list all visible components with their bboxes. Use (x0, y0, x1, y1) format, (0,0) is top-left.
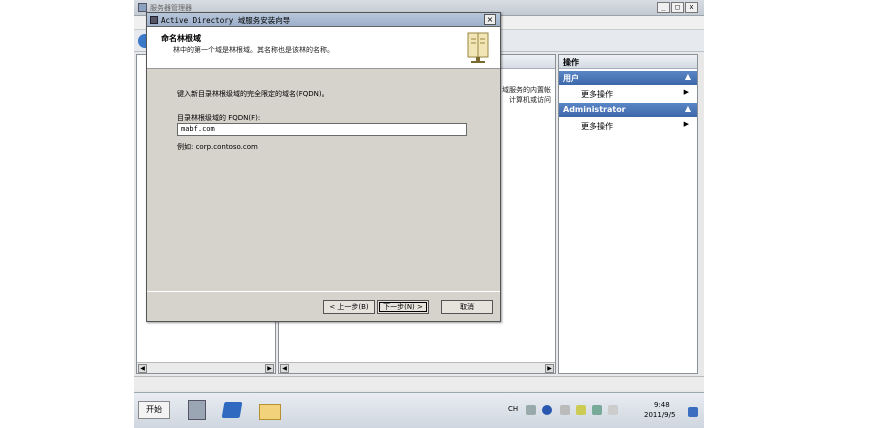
ime-indicator[interactable]: CH (508, 405, 518, 413)
page-subtitle: 林中的第一个域是林根域。其名称也是该林的名称。 (173, 46, 334, 54)
actions-pane-title: 操作 (559, 55, 697, 69)
desktop-screen: 服务器管理器 _ □ x ◀ ▶ 域服务的内置帐 计算机或访问 ◀ ▶ 操作 用… (134, 0, 704, 428)
wizard-icon (150, 16, 158, 24)
keyboard-icon[interactable] (526, 405, 536, 415)
page-title: 命名林根域 (161, 34, 201, 43)
scroll-right-icon[interactable]: ▶ (545, 364, 554, 373)
actions-section-administrator[interactable]: Administrator ▲ (559, 103, 697, 117)
taskbar: 开始 CH 9:48 2011/9/5 (134, 392, 704, 428)
dialog-separator (147, 291, 500, 292)
more-actions-item[interactable]: 更多操作 ▶ (559, 85, 697, 101)
dialog-close-button[interactable]: × (484, 14, 496, 25)
actions-pane: 操作 用户 ▲ 更多操作 ▶ Administrator ▲ 更多操作 ▶ (558, 54, 698, 374)
help-icon[interactable] (542, 405, 552, 415)
more-actions-item[interactable]: 更多操作 ▶ (559, 117, 697, 133)
start-button[interactable]: 开始 (138, 401, 170, 419)
arrow-icon[interactable] (560, 405, 570, 415)
maximize-button[interactable]: □ (671, 2, 684, 13)
next-button[interactable]: 下一步(N) > (377, 300, 429, 314)
powershell-icon[interactable] (220, 397, 244, 423)
app-icon (138, 3, 147, 12)
clock-time[interactable]: 9:48 (654, 401, 670, 409)
submenu-arrow-icon: ▶ (683, 120, 689, 128)
action-label: 更多操作 (581, 90, 613, 99)
close-button[interactable]: x (685, 2, 698, 13)
description-cell: 域服务的内置帐 (502, 86, 551, 94)
example-text: 例如: corp.contoso.com (177, 143, 258, 151)
collapse-icon[interactable]: ▲ (685, 72, 691, 81)
submenu-arrow-icon: ▶ (683, 88, 689, 96)
cancel-button[interactable]: 取消 (441, 300, 493, 314)
scroll-right-icon[interactable]: ▶ (265, 364, 274, 373)
fqdn-label: 目录林根级域的 FQDN(F): (177, 114, 261, 122)
server-manager-icon[interactable] (184, 397, 208, 423)
folder-icon[interactable] (256, 397, 281, 423)
start-label: 开始 (146, 405, 162, 414)
scroll-left-icon[interactable]: ◀ (138, 364, 147, 373)
clock-date[interactable]: 2011/9/5 (644, 411, 675, 419)
dialog-titlebar[interactable]: Active Directory 域服务安装向导 × (147, 13, 500, 27)
instruction-text: 键入新目录林根级域的完全限定的域名(FQDN)。 (177, 90, 329, 98)
show-desktop-icon[interactable] (688, 407, 698, 417)
minimize-button[interactable]: _ (657, 2, 670, 13)
flag-icon[interactable] (576, 405, 586, 415)
dialog-title: Active Directory 域服务安装向导 (161, 16, 291, 25)
collapse-icon[interactable]: ▲ (685, 104, 691, 113)
wizard-header: 命名林根域 林中的第一个域是林根域。其名称也是该林的名称。 (147, 27, 500, 69)
section-title: Administrator (563, 105, 626, 114)
network-icon[interactable] (592, 405, 602, 415)
status-bar (134, 376, 704, 390)
window-caption-buttons: _ □ x (657, 2, 698, 13)
back-button[interactable]: < 上一步(B) (323, 300, 375, 314)
tree-horizontal-scrollbar[interactable]: ◀ ▶ (137, 362, 275, 373)
fqdn-input[interactable]: mabf.com (177, 123, 467, 136)
section-title: 用户 (563, 74, 579, 83)
directory-book-icon (467, 32, 489, 63)
description-cell: 计算机或访问 (509, 96, 551, 104)
system-tray: CH 9:48 2011/9/5 (504, 399, 700, 423)
details-horizontal-scrollbar[interactable]: ◀ ▶ (279, 362, 555, 373)
ad-ds-install-wizard: Active Directory 域服务安装向导 × 命名林根域 林中的第一个域… (146, 12, 501, 322)
actions-section-users[interactable]: 用户 ▲ (559, 71, 697, 85)
scroll-left-icon[interactable]: ◀ (280, 364, 289, 373)
speaker-icon[interactable] (608, 405, 618, 415)
wizard-body: 键入新目录林根级域的完全限定的域名(FQDN)。 目录林根级域的 FQDN(F)… (147, 69, 500, 289)
action-label: 更多操作 (581, 122, 613, 131)
